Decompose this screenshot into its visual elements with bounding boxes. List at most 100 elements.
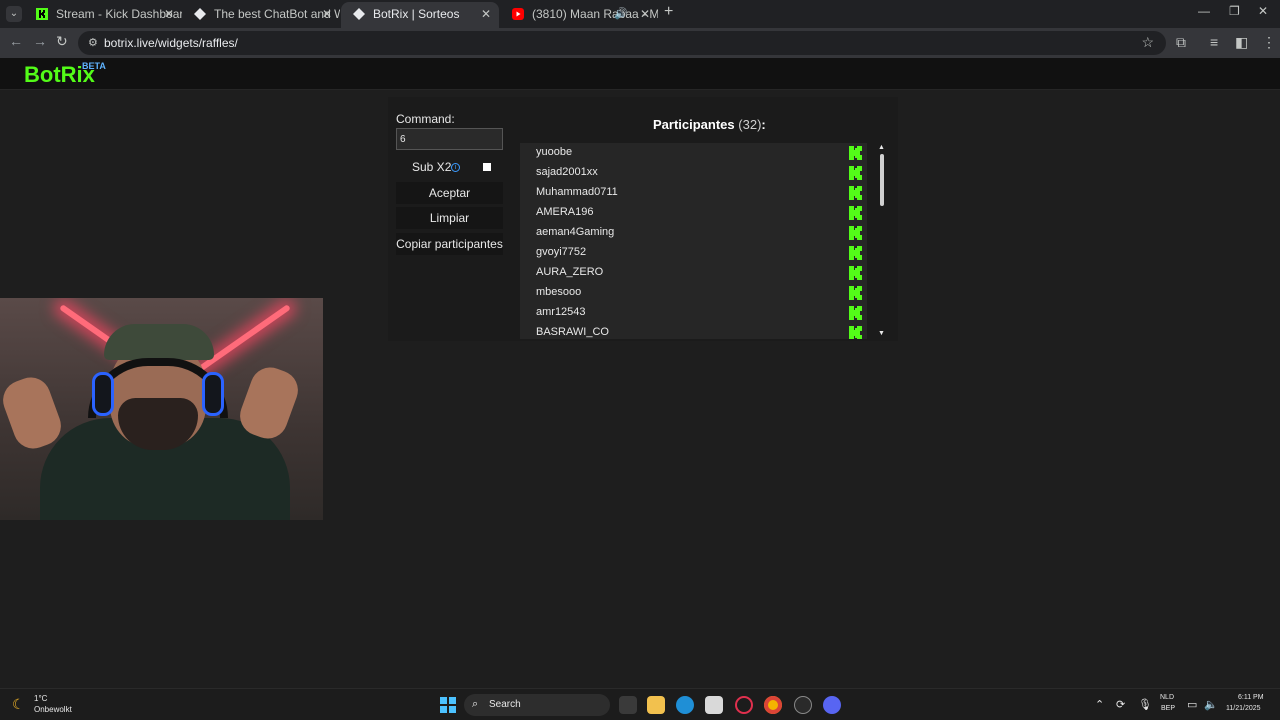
- weather-temperature[interactable]: 1°C: [34, 694, 47, 703]
- kick-icon: [849, 266, 862, 280]
- store-icon[interactable]: [705, 696, 723, 714]
- kick-icon: [849, 286, 862, 300]
- headset-earcup: [92, 372, 114, 416]
- kick-icon: [849, 186, 862, 200]
- list-item[interactable]: BASRAWI_CO: [520, 323, 867, 339]
- scroll-thumb[interactable]: [880, 154, 884, 206]
- reload-icon[interactable]: ↻: [56, 33, 68, 50]
- list-item[interactable]: sajad2001xx: [520, 163, 867, 183]
- participant-name: Muhammad0711: [536, 186, 618, 198]
- youtube-icon: [512, 8, 524, 20]
- chevron-up-icon[interactable]: ⌃: [1095, 698, 1104, 711]
- site-header: BotRix BETA: [0, 58, 1280, 90]
- back-icon[interactable]: ←: [9, 33, 23, 49]
- raffle-panel: Command: Sub X2 i Aceptar Limpiar Copiar…: [388, 97, 898, 341]
- edge-icon[interactable]: [676, 696, 694, 714]
- clock-date[interactable]: 11/21/2025: [1226, 705, 1261, 712]
- botrix-icon: [353, 8, 365, 20]
- scroll-up-arrow-icon[interactable]: ▲: [878, 144, 885, 151]
- bookmark-star-icon[interactable]: ☆: [1141, 34, 1154, 51]
- sub-x2-label: Sub X2: [412, 160, 452, 174]
- opera-icon[interactable]: [735, 696, 753, 714]
- participant-name: gvoyi7752: [536, 246, 587, 258]
- command-input[interactable]: [396, 128, 503, 150]
- clock-time[interactable]: 6:11 PM: [1238, 694, 1264, 701]
- window-close-icon[interactable]: ✕: [1258, 4, 1268, 18]
- obs-icon[interactable]: [794, 696, 812, 714]
- participants-scrollbar[interactable]: ▲ ▼: [878, 144, 886, 340]
- taskbar-search[interactable]: ⌕ Search: [464, 694, 610, 716]
- minimize-icon[interactable]: —: [1198, 4, 1210, 18]
- copy-participants-button[interactable]: Copiar participantes: [396, 233, 503, 255]
- menu-icon[interactable]: ⋮: [1262, 34, 1276, 51]
- list-item[interactable]: mbesooo: [520, 283, 867, 303]
- tab-title: BotRix | Sorteos: [373, 7, 460, 21]
- forward-icon[interactable]: →: [33, 33, 47, 49]
- list-item[interactable]: gvoyi7752: [520, 243, 867, 263]
- browser-toolbar: ← → ↻ ⚙ botrix.live/widgets/raffles/ ☆ ⧉…: [0, 28, 1280, 58]
- list-item[interactable]: aeman4Gaming: [520, 223, 867, 243]
- tab-kick-dashboard[interactable]: Stream - Kick Dashboard ✕: [24, 2, 182, 28]
- site-info-icon[interactable]: ⚙: [88, 36, 102, 50]
- list-item[interactable]: Muhammad0711: [520, 183, 867, 203]
- discord-icon[interactable]: [823, 696, 841, 714]
- list-item[interactable]: amr12543: [520, 303, 867, 323]
- network-sync-icon[interactable]: ⟳: [1116, 698, 1125, 711]
- beta-badge: BETA: [82, 61, 106, 71]
- kick-icon: [849, 226, 862, 240]
- file-explorer-icon[interactable]: [647, 696, 665, 714]
- restore-icon[interactable]: ❐: [1229, 4, 1240, 18]
- kick-icon: [36, 8, 48, 20]
- profile-icon[interactable]: ◧: [1235, 34, 1248, 51]
- participants-title: Participantes (32):: [653, 117, 766, 132]
- list-item[interactable]: AMERA196: [520, 203, 867, 223]
- close-icon[interactable]: ✕: [164, 2, 174, 26]
- weather-condition[interactable]: Onbewolkt: [34, 705, 72, 714]
- kick-icon: [849, 246, 862, 260]
- scroll-down-arrow-icon[interactable]: ▼: [878, 330, 885, 337]
- task-view-icon[interactable]: [619, 696, 637, 714]
- sub-x2-checkbox[interactable]: [483, 163, 491, 171]
- keyboard-layout-indicator[interactable]: BEP: [1161, 705, 1175, 712]
- kick-icon: [849, 146, 862, 160]
- windows-start-icon[interactable]: [440, 697, 456, 713]
- accept-button[interactable]: Aceptar: [396, 182, 503, 204]
- tab-search-button[interactable]: ⌄: [6, 6, 22, 22]
- close-icon[interactable]: ✕: [481, 2, 491, 26]
- participant-name: AMERA196: [536, 206, 594, 218]
- botrix-icon: [194, 8, 206, 20]
- info-icon[interactable]: i: [451, 163, 460, 172]
- chrome-icon[interactable]: [764, 696, 782, 714]
- command-label: Command:: [396, 112, 455, 126]
- participant-name: mbesooo: [536, 286, 582, 298]
- webcam-overlay: [0, 298, 323, 520]
- headset-earcup: [202, 372, 224, 416]
- speaker-icon[interactable]: 🔊: [614, 2, 628, 26]
- url-text: botrix.live/widgets/raffles/: [104, 36, 238, 50]
- participants-title-text: Participantes: [653, 117, 735, 132]
- display-icon[interactable]: ▭: [1187, 698, 1197, 711]
- kick-icon: [849, 306, 862, 320]
- tab-botrix-sorteos[interactable]: BotRix | Sorteos ✕: [341, 2, 499, 28]
- list-item[interactable]: AURA_ZERO: [520, 263, 867, 283]
- windows-taskbar: ☾ 1°C Onbewolkt ⌕ Search ⌃ ⟳ 🎙 NLD BEP ▭…: [0, 688, 1280, 720]
- kick-icon: [849, 206, 862, 220]
- tab-botrix-widgets[interactable]: The best ChatBot and Widgets ✕: [182, 2, 340, 28]
- new-tab-button[interactable]: +: [664, 3, 673, 21]
- participants-list[interactable]: yuoobe sajad2001xx Muhammad0711 AMERA196…: [520, 143, 867, 339]
- participant-name: amr12543: [536, 306, 586, 318]
- volume-icon[interactable]: 🔈: [1204, 698, 1218, 711]
- moon-weather-icon[interactable]: ☾: [12, 696, 25, 713]
- address-bar[interactable]: ⚙ botrix.live/widgets/raffles/ ☆: [78, 31, 1166, 55]
- tab-youtube[interactable]: (3810) Maan Rabaa - Mesta 🔊 ✕: [500, 2, 658, 28]
- participant-name: yuoobe: [536, 146, 573, 158]
- microphone-icon[interactable]: 🎙: [1138, 698, 1152, 711]
- search-icon: ⌕: [472, 698, 479, 710]
- list-item[interactable]: yuoobe: [520, 143, 867, 163]
- extensions-icon[interactable]: ⧉: [1176, 34, 1186, 51]
- media-control-icon[interactable]: ≡: [1210, 34, 1218, 50]
- close-icon[interactable]: ✕: [640, 2, 650, 26]
- clear-button[interactable]: Limpiar: [396, 207, 503, 229]
- language-indicator[interactable]: NLD: [1160, 694, 1174, 701]
- close-icon[interactable]: ✕: [322, 2, 332, 26]
